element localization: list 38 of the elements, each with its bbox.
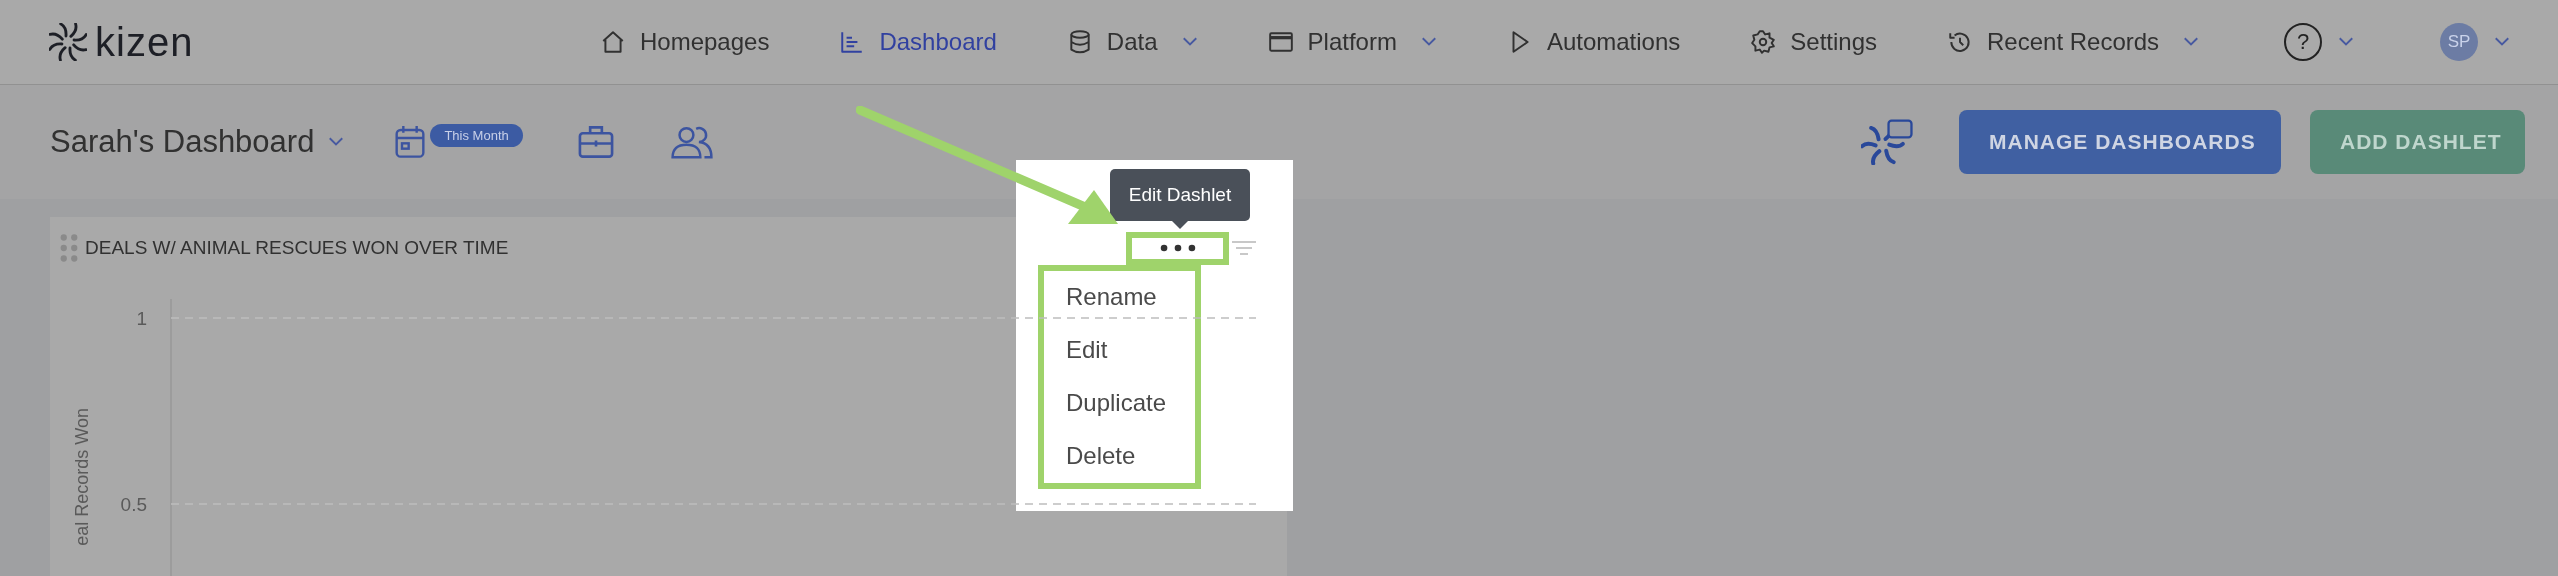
axis-title: eal Records Won <box>72 408 92 546</box>
dashlet-title: DEALS W/ ANIMAL RESCUES WON OVER TIME <box>85 237 509 259</box>
nav-link[interactable]: Platform <box>1267 28 1437 56</box>
more-button[interactable] <box>1126 231 1229 265</box>
calendar-icon[interactable] <box>394 124 427 160</box>
caret-icon <box>1420 37 1437 47</box>
menu-item[interactable]: Edit <box>1044 323 1195 377</box>
axis-tick-label: 0.5 <box>120 494 147 515</box>
menu-item[interactable]: Delete <box>1044 429 1195 483</box>
nav-link[interactable]: Homepages <box>600 28 770 56</box>
caret-icon[interactable] <box>2338 37 2354 47</box>
nav-link[interactable]: Dashboard <box>839 28 997 56</box>
manage-dashboards-button[interactable]: MANAGE DASHBOARDS <box>1959 110 2281 174</box>
ai-assistant-icon[interactable] <box>1861 119 1913 165</box>
filter-icon[interactable] <box>1231 240 1257 256</box>
more-icon <box>1158 244 1197 252</box>
date-badge: This Month <box>430 124 523 147</box>
settings-icon <box>1750 29 1777 55</box>
logo-icon <box>49 23 87 61</box>
window-icon <box>1267 29 1294 55</box>
dashboard-selector[interactable]: Sarah's Dashboard <box>50 124 345 160</box>
nav-link[interactable]: Automations <box>1506 28 1681 56</box>
nav-link[interactable]: Recent Records <box>1947 28 2200 56</box>
caret-icon <box>2183 37 2200 47</box>
caret-icon <box>1181 37 1198 47</box>
axis-tick-label: 1 <box>136 308 147 329</box>
home-icon <box>600 29 626 55</box>
caret-icon[interactable] <box>2494 37 2510 47</box>
nav-link[interactable]: Settings <box>1750 28 1878 56</box>
help-button[interactable]: ? <box>2284 23 2322 61</box>
tooltip: Edit Dashlet <box>1110 168 1250 221</box>
menu-item[interactable]: Rename <box>1044 270 1195 324</box>
logo-text: kizen <box>95 22 194 62</box>
caret-icon <box>328 137 345 147</box>
drag-handle-icon[interactable] <box>60 234 78 262</box>
nav-link[interactable]: Data <box>1066 28 1198 56</box>
briefcase-icon[interactable] <box>576 124 615 160</box>
menu-item[interactable]: Duplicate <box>1044 376 1195 430</box>
